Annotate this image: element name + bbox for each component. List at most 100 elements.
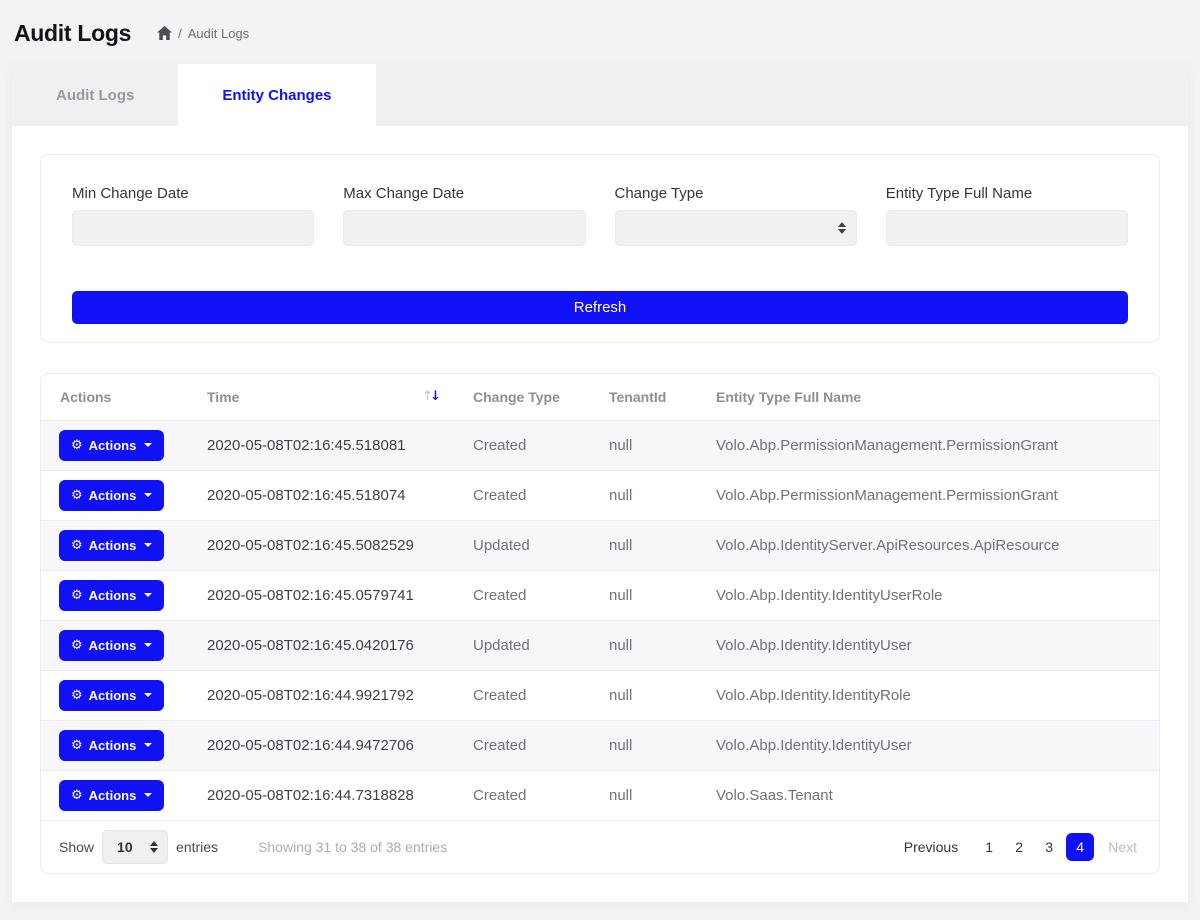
- caret-down-icon: [144, 793, 152, 797]
- entity-type-full-name-input[interactable]: [886, 210, 1128, 246]
- row-actions-button[interactable]: ⚙Actions: [59, 680, 164, 711]
- entity-changes-table: Actions Time ↑ ↓ Change Type Tenan: [41, 374, 1159, 821]
- cell-tenant-id: null: [589, 720, 696, 770]
- pagination-previous[interactable]: Previous: [900, 833, 962, 861]
- cell-tenant-id: null: [589, 620, 696, 670]
- table-row: ⚙Actions 2020-05-08T02:16:44.9472706 Cre…: [41, 720, 1159, 770]
- table-row: ⚙Actions 2020-05-08T02:16:44.9921792 Cre…: [41, 670, 1159, 720]
- cell-change-type: Created: [453, 420, 589, 470]
- sort-icon[interactable]: ↑ ↓: [422, 389, 441, 404]
- gear-icon: ⚙: [71, 639, 83, 652]
- row-actions-button[interactable]: ⚙Actions: [59, 630, 164, 661]
- filter-card: Min Change Date Max Change Date Change T…: [40, 154, 1160, 343]
- cell-change-type: Updated: [453, 520, 589, 570]
- table-card: Actions Time ↑ ↓ Change Type Tenan: [40, 373, 1160, 874]
- cell-change-type: Created: [453, 770, 589, 820]
- table-row: ⚙Actions 2020-05-08T02:16:45.0420176 Upd…: [41, 620, 1159, 670]
- sort-desc-icon: ↓: [430, 389, 441, 404]
- cell-entity-type: Volo.Abp.Identity.IdentityUser: [696, 620, 1159, 670]
- column-header-entity-type-full-name: Entity Type Full Name: [696, 374, 1159, 420]
- cell-entity-type: Volo.Abp.IdentityServer.ApiResources.Api…: [696, 520, 1159, 570]
- column-header-time[interactable]: Time ↑ ↓: [187, 374, 453, 420]
- cell-tenant-id: null: [589, 570, 696, 620]
- table-row: ⚙Actions 2020-05-08T02:16:45.518074 Crea…: [41, 470, 1159, 520]
- row-actions-button[interactable]: ⚙Actions: [59, 780, 164, 811]
- show-label: Show: [59, 839, 94, 855]
- min-change-date-label: Min Change Date: [72, 185, 314, 202]
- gear-icon: ⚙: [71, 789, 83, 802]
- cell-change-type: Updated: [453, 620, 589, 670]
- pagination-page-4-active[interactable]: 4: [1066, 833, 1094, 861]
- pagination: Previous 1 2 3 4 Next: [896, 833, 1141, 861]
- table-row: ⚙Actions 2020-05-08T02:16:45.5082529 Upd…: [41, 520, 1159, 570]
- cell-time: 2020-05-08T02:16:45.5082529: [187, 520, 453, 570]
- gear-icon: ⚙: [71, 589, 83, 602]
- select-updown-icon: [150, 841, 158, 853]
- page-size-value: 10: [117, 839, 133, 855]
- filter-min-change-date: Min Change Date: [72, 185, 314, 246]
- gear-icon: ⚙: [71, 539, 83, 552]
- cell-tenant-id: null: [589, 470, 696, 520]
- entries-summary: Showing 31 to 38 of 38 entries: [258, 839, 447, 855]
- gear-icon: ⚙: [71, 489, 83, 502]
- table-row: ⚙Actions 2020-05-08T02:16:45.518081 Crea…: [41, 420, 1159, 470]
- caret-down-icon: [144, 593, 152, 597]
- cell-time: 2020-05-08T02:16:45.518074: [187, 470, 453, 520]
- caret-down-icon: [144, 693, 152, 697]
- table-header-row: Actions Time ↑ ↓ Change Type Tenan: [41, 374, 1159, 420]
- pagination-page-1[interactable]: 1: [976, 833, 1002, 861]
- row-actions-button[interactable]: ⚙Actions: [59, 530, 164, 561]
- cell-tenant-id: null: [589, 670, 696, 720]
- home-icon[interactable]: [157, 26, 172, 40]
- breadcrumb-current: Audit Logs: [188, 26, 249, 41]
- entity-type-full-name-label: Entity Type Full Name: [886, 185, 1128, 202]
- gear-icon: ⚙: [71, 689, 83, 702]
- caret-down-icon: [144, 443, 152, 447]
- main-card: Audit Logs Entity Changes Min Change Dat…: [12, 64, 1188, 902]
- tab-strip: Audit Logs Entity Changes: [12, 64, 1188, 126]
- caret-down-icon: [144, 743, 152, 747]
- cell-time: 2020-05-08T02:16:44.9472706: [187, 720, 453, 770]
- min-change-date-input[interactable]: [72, 210, 314, 246]
- cell-tenant-id: null: [589, 520, 696, 570]
- cell-entity-type: Volo.Abp.PermissionManagement.Permission…: [696, 420, 1159, 470]
- table-row: ⚙Actions 2020-05-08T02:16:45.0579741 Cre…: [41, 570, 1159, 620]
- row-actions-button[interactable]: ⚙Actions: [59, 580, 164, 611]
- cell-time: 2020-05-08T02:16:45.0420176: [187, 620, 453, 670]
- caret-down-icon: [144, 543, 152, 547]
- cell-change-type: Created: [453, 570, 589, 620]
- filter-entity-type-full-name: Entity Type Full Name: [886, 185, 1128, 246]
- cell-change-type: Created: [453, 720, 589, 770]
- cell-time: 2020-05-08T02:16:44.7318828: [187, 770, 453, 820]
- page-title: Audit Logs: [14, 20, 131, 47]
- change-type-select[interactable]: [615, 210, 857, 246]
- gear-icon: ⚙: [71, 739, 83, 752]
- entries-label: entries: [176, 839, 218, 855]
- caret-down-icon: [144, 493, 152, 497]
- column-header-change-type: Change Type: [453, 374, 589, 420]
- pagination-page-2[interactable]: 2: [1006, 833, 1032, 861]
- tab-audit-logs[interactable]: Audit Logs: [12, 64, 178, 126]
- table-footer: Show 10 entries Showing 31 to 38 of 38 e…: [41, 821, 1159, 873]
- column-header-actions: Actions: [41, 374, 187, 420]
- row-actions-button[interactable]: ⚙Actions: [59, 730, 164, 761]
- cell-time: 2020-05-08T02:16:45.518081: [187, 420, 453, 470]
- caret-down-icon: [144, 643, 152, 647]
- max-change-date-input[interactable]: [343, 210, 585, 246]
- row-actions-button[interactable]: ⚙Actions: [59, 480, 164, 511]
- cell-entity-type: Volo.Abp.Identity.IdentityUserRole: [696, 570, 1159, 620]
- cell-change-type: Created: [453, 670, 589, 720]
- page-size-select[interactable]: 10: [102, 830, 168, 864]
- max-change-date-label: Max Change Date: [343, 185, 585, 202]
- cell-time: 2020-05-08T02:16:45.0579741: [187, 570, 453, 620]
- change-type-label: Change Type: [615, 185, 857, 202]
- cell-time: 2020-05-08T02:16:44.9921792: [187, 670, 453, 720]
- page-header: Audit Logs / Audit Logs: [0, 0, 1200, 64]
- tab-entity-changes[interactable]: Entity Changes: [178, 64, 375, 126]
- row-actions-button[interactable]: ⚙Actions: [59, 430, 164, 461]
- refresh-button[interactable]: Refresh: [72, 291, 1128, 324]
- pagination-next[interactable]: Next: [1104, 833, 1141, 861]
- pagination-page-3[interactable]: 3: [1036, 833, 1062, 861]
- breadcrumb: / Audit Logs: [157, 26, 249, 41]
- filter-max-change-date: Max Change Date: [343, 185, 585, 246]
